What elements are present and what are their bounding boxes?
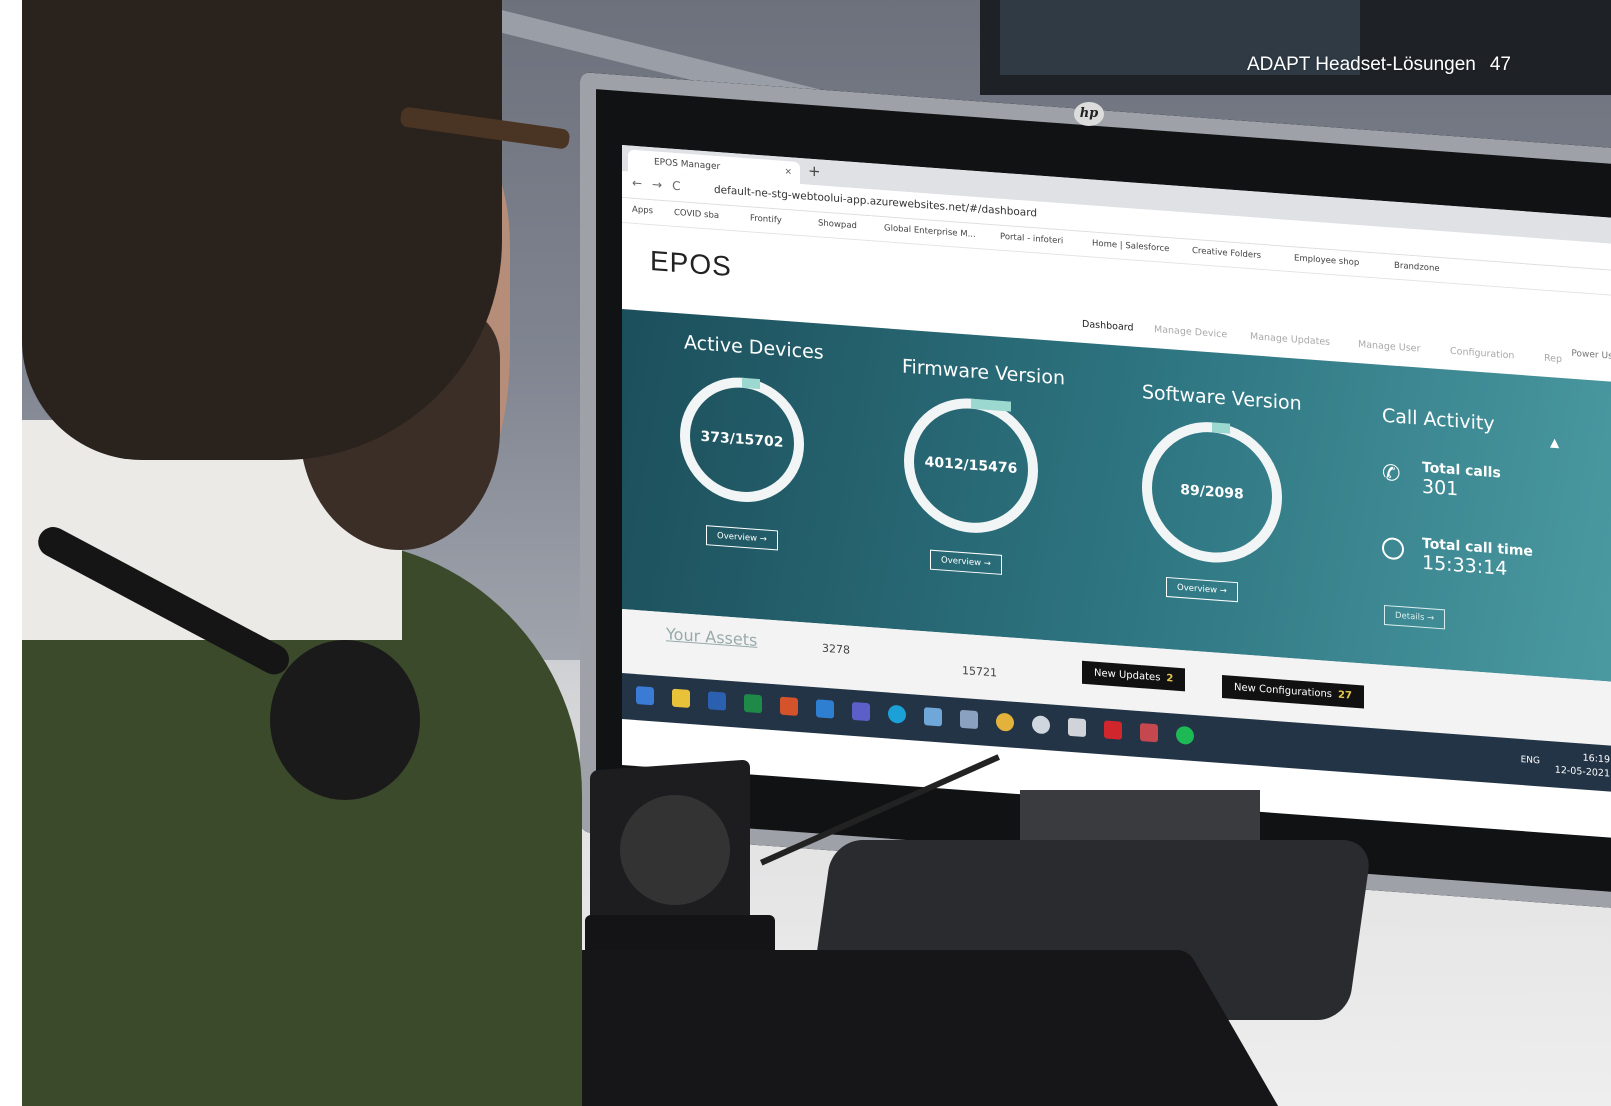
file-explorer-icon[interactable] bbox=[672, 688, 690, 708]
assets-title[interactable]: Your Assets bbox=[666, 624, 757, 650]
excel-icon[interactable] bbox=[744, 693, 762, 714]
kpi-title: Firmware Version bbox=[902, 355, 1065, 390]
powerpoint-icon[interactable] bbox=[780, 696, 798, 716]
app-icon[interactable] bbox=[924, 707, 942, 727]
epos-logo: EPOS bbox=[650, 245, 732, 283]
page-margin bbox=[0, 0, 22, 1106]
software-version-value: 89/2098 bbox=[1180, 481, 1244, 503]
monitor-screen: EPOS Manager × + ←→C default-ne-stg-webt… bbox=[622, 145, 1611, 839]
kpi-title: Call Activity bbox=[1382, 404, 1495, 436]
call-details-button[interactable]: Details → bbox=[1384, 604, 1446, 630]
nav-buttons[interactable]: ←→C bbox=[632, 176, 691, 194]
new-configurations-badge[interactable]: New Configurations 27 bbox=[1222, 675, 1364, 709]
new-tab-icon[interactable]: + bbox=[808, 162, 821, 181]
bookmark[interactable]: Global Enterprise M... bbox=[884, 223, 976, 240]
bookmark[interactable]: Apps bbox=[632, 205, 653, 217]
language-indicator[interactable]: ENG bbox=[1521, 755, 1540, 766]
kpi-software-version: Software Version bbox=[1142, 381, 1302, 415]
bookmark[interactable]: Employee shop bbox=[1294, 253, 1359, 268]
acrobat-icon[interactable] bbox=[1104, 720, 1122, 740]
menu-configuration[interactable]: Configuration bbox=[1450, 346, 1514, 362]
bookmark[interactable]: Creative Folders bbox=[1192, 246, 1261, 261]
app-icon[interactable] bbox=[1068, 717, 1086, 738]
kpi-active-devices: Active Devices bbox=[684, 332, 824, 364]
spotify-icon[interactable] bbox=[1176, 725, 1194, 746]
page-header-title: ADAPT Headset-Lösungen bbox=[1247, 54, 1476, 75]
new-updates-label: New Updates bbox=[1094, 667, 1161, 684]
total-devices: 15721 bbox=[962, 663, 997, 680]
bookmark[interactable]: Showpad bbox=[818, 218, 857, 231]
app-icon[interactable] bbox=[960, 709, 978, 730]
system-clock[interactable]: 16:19 12-05-2021 bbox=[1555, 749, 1610, 781]
software-version-ring: 89/2098 bbox=[1142, 417, 1282, 568]
menu-manage-device[interactable]: Manage Device bbox=[1154, 324, 1227, 340]
new-updates-badge[interactable]: New Updates 2 bbox=[1082, 660, 1186, 692]
word-icon[interactable] bbox=[708, 691, 726, 711]
mouse-cursor-icon: ▲ bbox=[1550, 435, 1560, 450]
total-calls: ✆ Total calls 301 bbox=[1382, 457, 1501, 504]
menu-manage-updates[interactable]: Manage Updates bbox=[1250, 331, 1330, 348]
clock-icon bbox=[1382, 536, 1404, 561]
bookmark[interactable]: Brandzone bbox=[1394, 261, 1440, 274]
total-call-time: Total call time 15:33:14 bbox=[1382, 533, 1533, 582]
kpi-firmware-version: Firmware Version bbox=[902, 356, 1065, 390]
kpi-title: Active Devices bbox=[684, 331, 824, 364]
start-icon[interactable] bbox=[636, 686, 654, 706]
menu-reports[interactable]: Rep bbox=[1544, 353, 1562, 365]
app-icon[interactable] bbox=[1140, 723, 1158, 743]
software-overview-button[interactable]: Overview → bbox=[1166, 576, 1238, 603]
firmware-version-ring: 4012/15476 bbox=[904, 393, 1038, 538]
active-devices-value: 373/15702 bbox=[700, 428, 784, 451]
bookmark[interactable]: Frontify bbox=[750, 213, 782, 225]
ring-progress-arc bbox=[742, 377, 760, 390]
active-devices-ring: 373/15702 bbox=[680, 373, 804, 507]
ring-progress-arc bbox=[971, 398, 1011, 412]
devices-in-stock: 3278 bbox=[822, 641, 850, 657]
person-hair bbox=[22, 0, 502, 460]
tab-title: EPOS Manager bbox=[654, 157, 721, 173]
new-configurations-count: 27 bbox=[1338, 689, 1352, 702]
hp-logo: hp bbox=[1074, 102, 1104, 126]
chrome-icon[interactable] bbox=[996, 712, 1014, 732]
firmware-version-value: 4012/15476 bbox=[924, 454, 1018, 478]
photo-scene: hp EPOS Manager × + ←→C default-ne-stg-w… bbox=[0, 0, 1611, 1106]
outlook-icon[interactable] bbox=[816, 699, 834, 719]
clock-date: 12-05-2021 bbox=[1554, 764, 1610, 780]
page-header: ADAPT Headset-Lösungen 47 bbox=[1247, 54, 1511, 76]
kpi-call-activity: Call Activity bbox=[1382, 405, 1495, 435]
menu-manage-user[interactable]: Manage User bbox=[1358, 339, 1420, 355]
new-configurations-label: New Configurations bbox=[1234, 681, 1333, 701]
active-devices-overview-button[interactable]: Overview → bbox=[706, 525, 778, 551]
firmware-overview-button[interactable]: Overview → bbox=[930, 549, 1002, 575]
user-menu[interactable]: Power User bbox=[1571, 349, 1611, 363]
kpi-title: Software Version bbox=[1142, 381, 1302, 415]
teams-icon[interactable] bbox=[852, 701, 870, 722]
keyboard bbox=[488, 950, 1292, 1106]
ring-progress-arc bbox=[1212, 422, 1230, 434]
headset-earcup bbox=[620, 795, 730, 905]
headset-on-neck bbox=[270, 640, 420, 800]
page-number: 47 bbox=[1489, 54, 1511, 75]
bookmark[interactable]: Home | Salesforce bbox=[1092, 239, 1169, 255]
edge-icon[interactable] bbox=[888, 704, 906, 724]
bookmark[interactable]: Portal - infoteri bbox=[1000, 232, 1063, 247]
phone-icon: ✆ bbox=[1382, 460, 1401, 488]
gear-icon[interactable] bbox=[1032, 715, 1050, 735]
tab-close-icon[interactable]: × bbox=[784, 161, 792, 184]
bookmark[interactable]: COVID sba bbox=[674, 208, 719, 221]
new-updates-count: 2 bbox=[1166, 672, 1174, 685]
menu-dashboard[interactable]: Dashboard bbox=[1082, 319, 1134, 334]
